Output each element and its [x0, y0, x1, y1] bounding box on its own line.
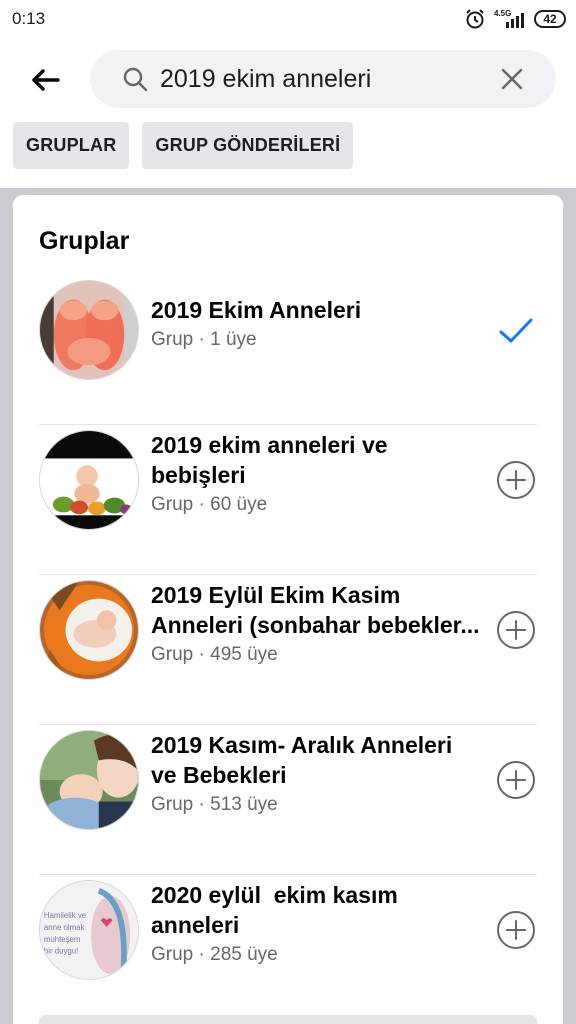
group-info: 2019 Ekim Anneleri Grup · 1 üye	[151, 295, 491, 355]
section-title: Gruplar	[39, 227, 130, 255]
group-result-row[interactable]: 2019 Kasım- Aralık Anneleri ve Bebekleri…	[39, 725, 537, 875]
add-circle-icon	[497, 761, 535, 799]
group-meta: Grup · 513 üye	[151, 794, 278, 815]
group-name-line1: 2020 eylül ekim kasım	[151, 882, 398, 908]
group-info: 2019 Kasım- Aralık Anneleri ve Bebekleri…	[151, 730, 491, 820]
avatar-caption-line: muhteşem	[44, 935, 81, 944]
group-result-row[interactable]: 2019 Ekim Anneleri Grup · 1 üye	[39, 275, 537, 425]
add-circle-icon	[497, 461, 535, 499]
group-avatar-image	[40, 731, 138, 829]
group-meta: Grup · 60 üye	[151, 494, 268, 515]
status-icons: 4.5G 42	[464, 8, 566, 30]
add-circle-icon	[497, 911, 535, 949]
group-meta: Grup · 1 üye	[151, 329, 257, 350]
group-meta: Grup · 495 üye	[151, 644, 278, 665]
group-name-line1: 2019 Eylül Ekim Kasim	[151, 582, 401, 608]
joined-indicator	[495, 310, 537, 352]
group-name-line1: 2019 Kasım- Aralık Anneleri	[151, 732, 453, 758]
status-time: 0:13	[12, 9, 46, 28]
group-name-line2: anneleri	[151, 912, 240, 938]
see-all-button-edge[interactable]	[39, 1015, 537, 1024]
signal-icon: 4.5G	[494, 9, 524, 28]
groups-results-card: Gruplar 2019 Ekim Anneleri Grup · 1 üye	[13, 195, 563, 1024]
avatar-caption-line: anne olmak	[44, 923, 85, 932]
group-avatar	[39, 280, 139, 380]
group-avatar-image: Hamilelik ve anne olmak muhteşem bir duy…	[40, 881, 138, 979]
battery-indicator: 42	[534, 10, 566, 28]
group-name-line1: 2019 ekim anneleri ve	[151, 432, 388, 458]
group-avatar	[39, 430, 139, 530]
checkmark-icon	[499, 318, 533, 343]
network-label: 4.5G	[494, 9, 511, 18]
group-avatar-image	[40, 431, 138, 529]
join-group-button[interactable]	[495, 459, 537, 501]
add-circle-icon	[497, 611, 535, 649]
group-info: 2020 eylül ekim kasım anneleri Grup · 28…	[151, 880, 491, 970]
group-avatar: Hamilelik ve anne olmak muhteşem bir duy…	[39, 880, 139, 980]
group-result-row[interactable]: 2019 ekim anneleri ve bebişleri Grup · 6…	[39, 425, 537, 575]
filter-groups-chip[interactable]: GRUPLAR	[13, 122, 130, 169]
join-group-button[interactable]	[495, 609, 537, 651]
search-input[interactable]	[160, 64, 490, 94]
group-info: 2019 ekim anneleri ve bebişleri Grup · 6…	[151, 430, 491, 520]
search-bar[interactable]	[90, 50, 556, 108]
group-result-row[interactable]: Hamilelik ve anne olmak muhteşem bir duy…	[39, 875, 537, 1024]
filter-chips: GRUPLAR GRUP GÖNDERİLERİ	[13, 122, 354, 169]
battery-level: 42	[543, 12, 557, 26]
group-meta: Grup · 285 üye	[151, 944, 278, 965]
close-icon	[501, 68, 523, 90]
status-bar: 0:13 4.5G 42	[0, 0, 576, 38]
group-avatar	[39, 580, 139, 680]
join-group-button[interactable]	[495, 759, 537, 801]
group-avatar-image	[40, 281, 138, 379]
group-name-line2: ve Bebekleri	[151, 762, 287, 788]
group-avatar	[39, 730, 139, 830]
filter-group-posts-chip[interactable]: GRUP GÖNDERİLERİ	[142, 122, 354, 169]
search-icon	[123, 67, 148, 92]
alarm-icon	[466, 9, 484, 29]
group-info: 2019 Eylül Ekim Kasim Anneleri (sonbahar…	[151, 580, 491, 670]
group-name-line2: Anneleri (sonbahar bebekler...	[151, 612, 480, 638]
group-name-line2: bebişleri	[151, 462, 246, 488]
group-name: 2019 Ekim Anneleri	[151, 297, 362, 323]
avatar-caption-line: bir duygu!	[44, 947, 78, 956]
join-group-button[interactable]	[495, 909, 537, 951]
back-arrow-icon	[32, 69, 60, 91]
back-button[interactable]	[24, 62, 66, 98]
clear-search-button[interactable]	[498, 65, 526, 93]
group-result-row[interactable]: 2019 Eylül Ekim Kasim Anneleri (sonbahar…	[39, 575, 537, 725]
avatar-caption-line: Hamilelik ve	[44, 911, 86, 920]
group-avatar-image	[40, 581, 138, 679]
search-header	[0, 50, 576, 112]
